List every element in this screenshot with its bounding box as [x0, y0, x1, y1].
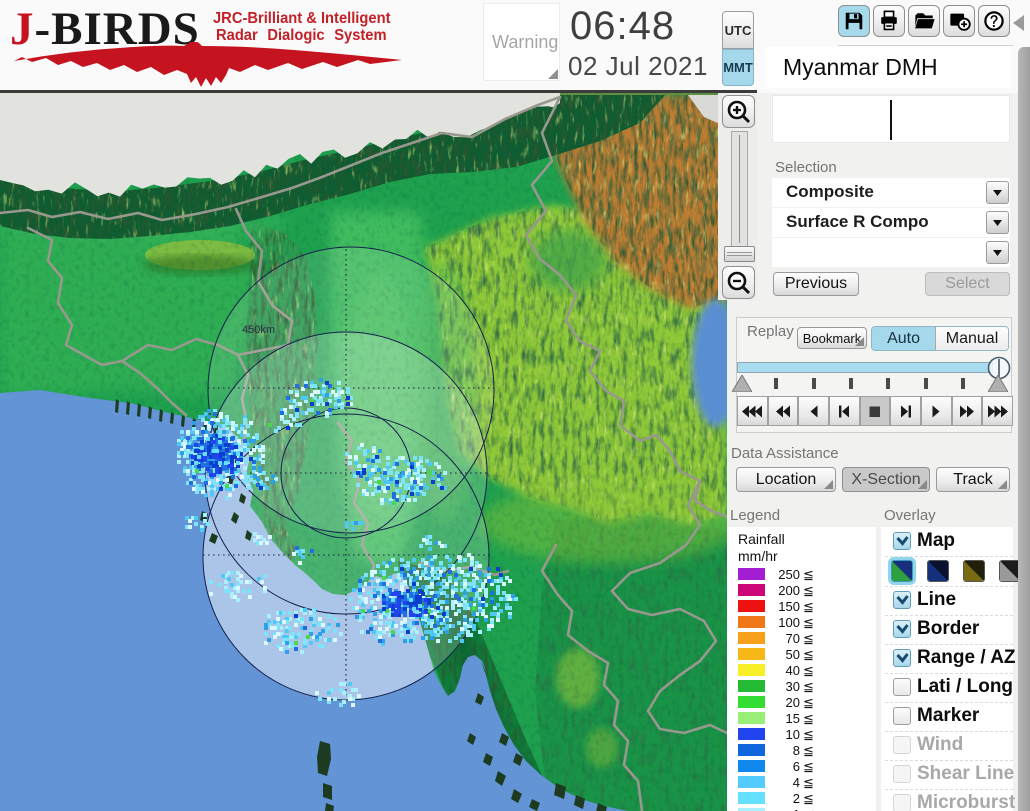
- svg-text:450km: 450km: [242, 324, 275, 336]
